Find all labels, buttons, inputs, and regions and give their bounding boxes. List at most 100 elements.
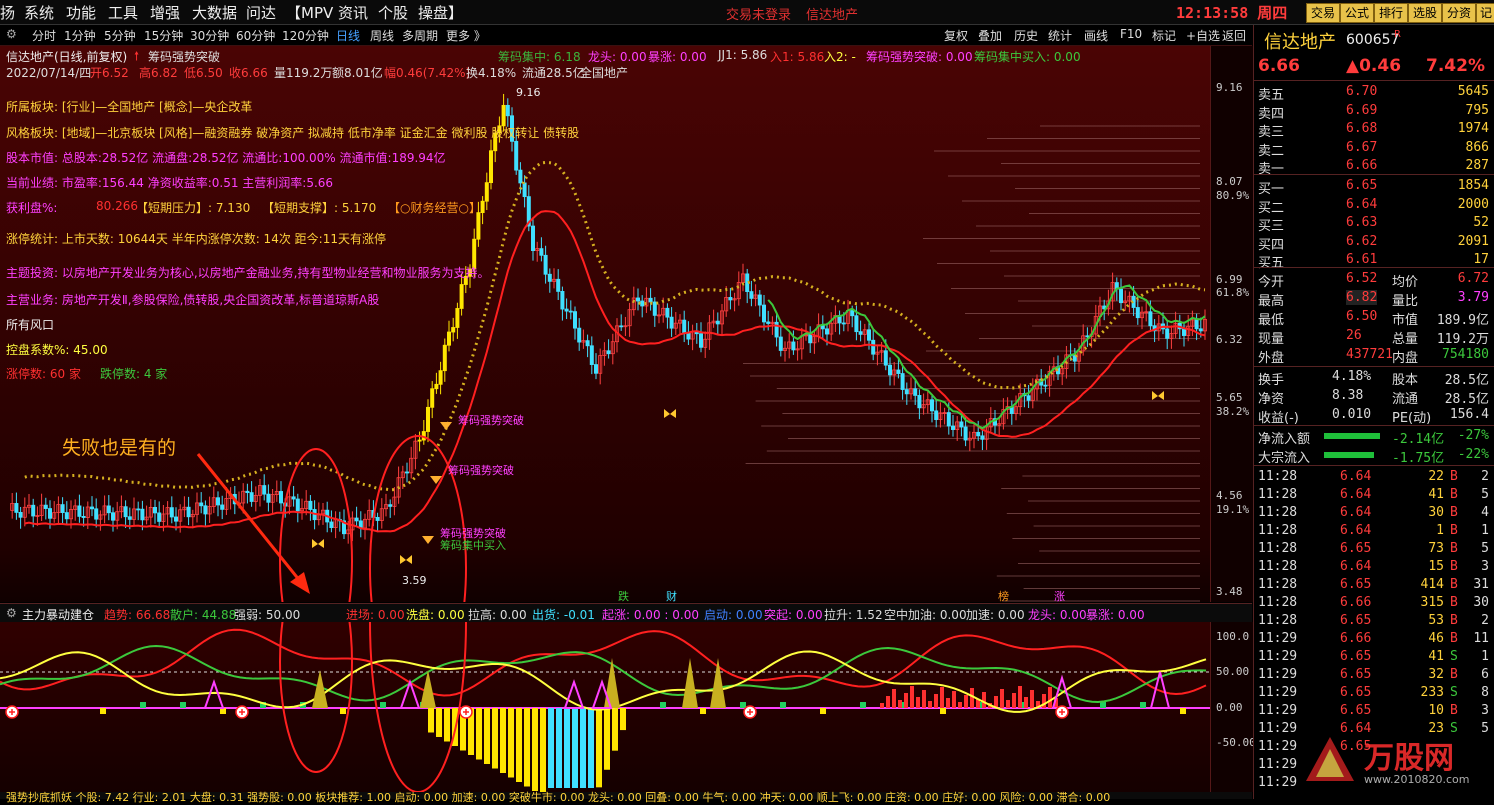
- fund-row: 换手 4.18% 股本 28.5亿: [1254, 368, 1494, 388]
- tab-15min[interactable]: 15分钟: [144, 27, 183, 44]
- history-button[interactable]: 历史: [1014, 27, 1038, 44]
- indicator-name[interactable]: 筹码强势突破: [148, 48, 220, 65]
- candle-body: [375, 517, 380, 521]
- sub-settings-icon[interactable]: ⚙: [6, 606, 17, 620]
- flow-pct: -27%: [1457, 428, 1489, 443]
- indicator-value-4: 入1: 5.86: [770, 50, 825, 64]
- sub-value-14: 暴涨: 0.00: [1086, 608, 1145, 622]
- candle-body: [136, 508, 141, 511]
- tab-1min[interactable]: 1分钟: [64, 27, 96, 44]
- settings-icon[interactable]: ⚙: [6, 27, 17, 41]
- low-label: 3.59: [402, 574, 427, 587]
- tick-count: 6: [1481, 667, 1489, 682]
- ask-row[interactable]: 卖五 6.70 5645: [1254, 83, 1494, 103]
- tick-price: 6.66: [1340, 631, 1372, 646]
- tab-more[interactable]: 更多 》: [446, 27, 486, 44]
- ask-row[interactable]: 卖四 6.69 795: [1254, 102, 1494, 122]
- histogram-bar: [580, 708, 586, 788]
- candle-body: [501, 104, 506, 127]
- candle-body: [157, 512, 162, 522]
- tab-60min[interactable]: 60分钟: [236, 27, 275, 44]
- candle-body: [585, 340, 590, 347]
- formula-button[interactable]: 公式: [1340, 3, 1374, 23]
- candle-body: [354, 517, 359, 522]
- tick-time: 11:29: [1258, 757, 1298, 772]
- menu-item-0[interactable]: 扬: [0, 2, 15, 23]
- mark-button[interactable]: 标记: [1152, 27, 1176, 44]
- tick-volume: 22: [1428, 469, 1444, 484]
- stock-picker-button[interactable]: 选股: [1408, 3, 1442, 23]
- histogram-bar: [492, 708, 498, 769]
- tick-count: 1: [1481, 523, 1489, 538]
- tick-volume: 233: [1420, 685, 1444, 700]
- overlay-button[interactable]: 叠加: [978, 27, 1002, 44]
- tick-side: B: [1450, 631, 1458, 646]
- tab-timeshare[interactable]: 分时: [32, 27, 56, 44]
- tab-120min[interactable]: 120分钟: [282, 27, 329, 44]
- candle-body: [90, 506, 95, 510]
- flow-value: -1.75亿: [1392, 451, 1445, 466]
- mark-die: 跌: [618, 590, 629, 603]
- draw-line-button[interactable]: 画线: [1084, 27, 1108, 44]
- ask-row[interactable]: 卖二 6.67 866: [1254, 139, 1494, 159]
- sub-indicator-svg[interactable]: [0, 622, 1210, 792]
- bid-row[interactable]: 买四 6.62 2091: [1254, 233, 1494, 253]
- menu-item-system[interactable]: 系统: [24, 2, 54, 23]
- back-button[interactable]: 返回: [1222, 27, 1246, 44]
- ask-row[interactable]: 卖三 6.68 1974: [1254, 120, 1494, 140]
- histogram-bar: [140, 702, 146, 708]
- ranking-button[interactable]: 排行: [1374, 3, 1408, 23]
- add-watchlist-button[interactable]: +自选: [1186, 27, 1220, 44]
- menu-item-mpv[interactable]: 【MPV 资讯: [286, 2, 368, 23]
- menu-item-bigdata[interactable]: 大数据: [192, 2, 237, 23]
- menu-item-wenda[interactable]: 问达: [246, 2, 276, 23]
- tab-weekly[interactable]: 周线: [370, 27, 394, 44]
- menu-item-operate[interactable]: 操盘】: [418, 2, 463, 23]
- bid-row[interactable]: 买二 6.64 2000: [1254, 196, 1494, 216]
- tab-30min[interactable]: 30分钟: [190, 27, 229, 44]
- tab-multi-period[interactable]: 多周期: [402, 27, 438, 44]
- bid-row[interactable]: 买一 6.65 1854: [1254, 177, 1494, 197]
- candle-body: [518, 169, 523, 184]
- ask-volume: 287: [1465, 158, 1489, 173]
- menu-item-stock[interactable]: 个股: [378, 2, 408, 23]
- candle-body: [203, 505, 208, 515]
- candle-body: [749, 291, 754, 299]
- funds-button[interactable]: 分资: [1442, 3, 1476, 23]
- stat-value: 6.72: [1457, 271, 1489, 286]
- tick-count: 8: [1481, 685, 1489, 700]
- candle-body: [245, 490, 250, 494]
- f10-button[interactable]: F10: [1120, 27, 1142, 41]
- menu-item-tools[interactable]: 工具: [108, 2, 138, 23]
- stat-label: 均价: [1392, 275, 1419, 290]
- ask-price: 6.69: [1346, 102, 1378, 118]
- histogram-bar-red: [1000, 689, 1004, 708]
- bid-row[interactable]: 买三 6.63 52: [1254, 214, 1494, 234]
- turnover: 换4.18%: [466, 66, 517, 80]
- sub-value-4: 洗盘: 0.00: [406, 608, 465, 622]
- menu-item-enhance[interactable]: 增强: [150, 2, 180, 23]
- restore-rights-button[interactable]: 复权: [944, 27, 968, 44]
- tab-daily[interactable]: 日线: [336, 27, 360, 44]
- menu-item-function[interactable]: 功能: [66, 2, 96, 23]
- flow-value: -2.14亿: [1392, 432, 1445, 447]
- notes-button[interactable]: 记事: [1476, 3, 1494, 23]
- candle-body: [930, 399, 935, 412]
- tick-side: B: [1450, 667, 1458, 682]
- candle-body: [430, 388, 435, 408]
- tick-row: 11:28 6.64 22 B 2: [1254, 468, 1494, 487]
- finance-badge[interactable]: 【○财务经营○】: [388, 199, 481, 216]
- tick-side: S: [1450, 649, 1458, 664]
- risk-info: 所有风口: [6, 318, 55, 332]
- sub-indicator-chart[interactable]: [0, 622, 1210, 792]
- candle-body: [913, 388, 918, 396]
- mark-bang: 榜: [998, 590, 1009, 603]
- statistics-button[interactable]: 统计: [1048, 27, 1072, 44]
- candle-body: [1182, 328, 1187, 336]
- trade-button[interactable]: 交易: [1306, 3, 1340, 23]
- tab-5min[interactable]: 5分钟: [104, 27, 136, 44]
- candle-body: [476, 212, 481, 240]
- login-status[interactable]: 交易未登录: [726, 4, 791, 23]
- sub-indicator-name[interactable]: 主力暴动建仓: [22, 606, 94, 623]
- sub-value-12: 加速: 0.00: [966, 608, 1025, 622]
